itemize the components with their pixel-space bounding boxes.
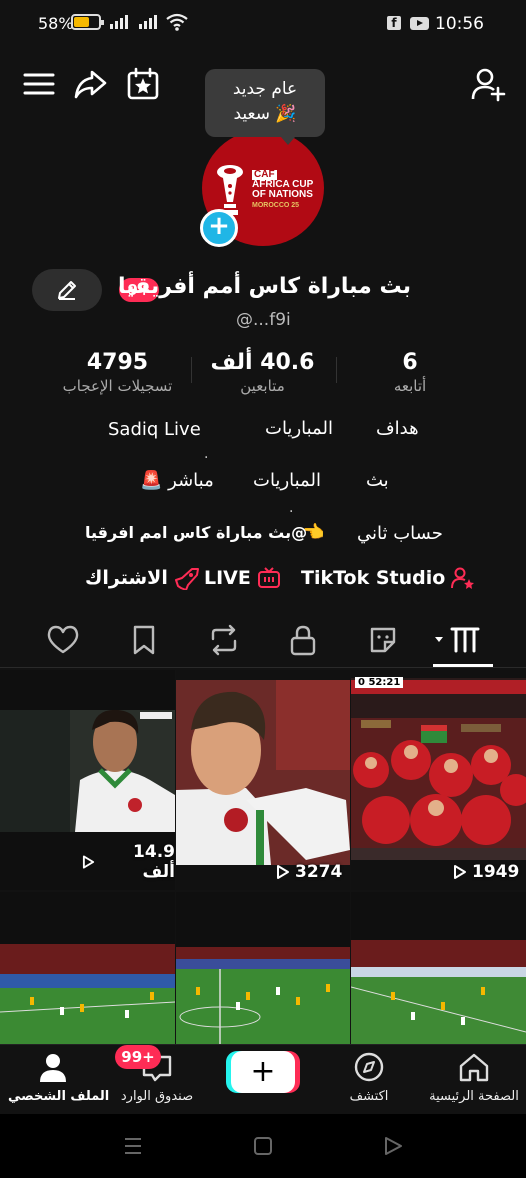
- play-icon: [82, 855, 95, 869]
- share-arrow-icon[interactable]: [72, 66, 108, 102]
- followers-count: 40.6 ألف: [210, 350, 315, 375]
- nav-profile-label: الملف الشخصي: [8, 1089, 110, 1104]
- compass-icon: [354, 1052, 384, 1082]
- rocket-icon: [174, 568, 199, 590]
- bio-text: بث: [366, 470, 389, 491]
- view-count: 14.9 ألف: [82, 842, 175, 882]
- new-year-tooltip: عام جديد سعيد 🎉: [205, 69, 325, 145]
- tiktok-studio-label: TikTok Studio: [301, 567, 446, 589]
- play-icon: [454, 865, 466, 879]
- system-navigation-bar: [0, 1114, 526, 1178]
- tiktok-studio-link[interactable]: TikTok Studio: [301, 566, 475, 590]
- nav-discover-label: اكتشف: [349, 1089, 389, 1104]
- bio-text: حساب ثاني: [357, 523, 443, 544]
- calendar-star-icon[interactable]: [125, 66, 161, 102]
- youtube-icon: [410, 17, 429, 30]
- pitch-scene: [176, 892, 350, 1044]
- bio-text: المباريات: [265, 418, 333, 439]
- repost-tab-icon[interactable]: [207, 623, 241, 657]
- battery-percent: 58%: [38, 14, 74, 33]
- sticker-tab-icon[interactable]: [366, 623, 400, 657]
- add-user-icon[interactable]: [470, 66, 506, 102]
- following-label: أتابعه: [393, 377, 427, 395]
- following-count: 6: [402, 350, 418, 375]
- video-thumbnail[interactable]: 14.9 ألف: [0, 670, 175, 890]
- bio-mention-link[interactable]: @بث مباراة كاس امم افرقيا: [85, 523, 307, 542]
- bio-text: هداف: [376, 418, 419, 439]
- nav-inbox-label: صندوق الوارد: [120, 1089, 194, 1104]
- stat-divider: [191, 357, 192, 383]
- bio-text: المباريات: [253, 470, 321, 491]
- stat-divider: [336, 357, 337, 383]
- player-closeup-scene: [176, 670, 350, 890]
- home-square-icon[interactable]: [253, 1136, 273, 1156]
- favorites-bookmark-tab-icon[interactable]: [127, 623, 161, 657]
- edit-profile-button[interactable]: [32, 269, 102, 311]
- tv-icon: [257, 567, 280, 588]
- bio-text: Sadiq Live: [108, 419, 201, 440]
- back-triangle-icon[interactable]: [383, 1136, 403, 1156]
- caf-logo: CAF AFRICA CUP OF NATIONS MOROCCO 25: [252, 169, 314, 209]
- nav-discover[interactable]: اكتشف: [342, 1051, 396, 1104]
- stat-following[interactable]: 6 أتابعه: [375, 350, 445, 395]
- likes-count: 4795: [86, 350, 149, 375]
- view-count: 1949: [453, 862, 519, 882]
- likes-label: تسجيلات الإعجاب: [62, 377, 173, 395]
- signal-icon-2: [139, 15, 157, 29]
- profile-person-icon: [40, 1054, 66, 1082]
- crowd-scene: [351, 670, 526, 890]
- video-thumbnail[interactable]: [351, 892, 526, 1044]
- view-count: 3274: [276, 862, 342, 882]
- tab-divider: [0, 667, 526, 668]
- profile-handle: @...f9i: [236, 310, 291, 330]
- scoreboard-overlay: 0 52:21: [355, 677, 404, 688]
- status-bar: 58% f 10:56: [0, 0, 526, 48]
- subscribe-label: الاشتراك: [85, 567, 168, 589]
- battery-icon: [71, 14, 104, 30]
- bio-dot: .: [289, 500, 294, 516]
- pitch-scene: [351, 892, 526, 1044]
- tooltip-line-1: عام جديد: [232, 79, 298, 99]
- pencil-icon: [58, 281, 76, 300]
- view-count-value: 3274: [295, 862, 343, 882]
- bio-dot: .: [204, 446, 209, 462]
- facebook-icon: f: [387, 16, 401, 30]
- video-thumbnail[interactable]: 3274: [176, 670, 350, 890]
- play-icon: [277, 865, 289, 879]
- add-avatar-button[interactable]: +: [200, 209, 238, 247]
- studio-person-star-icon: [451, 567, 475, 589]
- pitch-scene: [0, 892, 175, 1044]
- inbox-badge: 99+: [115, 1045, 161, 1069]
- view-count-value: 1949: [472, 862, 520, 882]
- home-icon: [459, 1053, 489, 1082]
- recent-apps-icon[interactable]: [122, 1136, 144, 1156]
- wifi-icon: [166, 13, 188, 31]
- profile-name: بث مباراة كاس أمم أفريقيا: [117, 274, 411, 299]
- live-link[interactable]: LIVE: [204, 566, 281, 590]
- stat-followers[interactable]: 40.6 ألف متابعين: [205, 350, 320, 395]
- video-thumbnail[interactable]: 0 52:21 1949: [351, 670, 526, 890]
- view-count-value: 14.9 ألف: [133, 842, 175, 882]
- create-button[interactable]: +: [231, 1051, 295, 1093]
- clock: 10:56: [435, 14, 484, 34]
- followers-label: متابعين: [240, 377, 285, 395]
- bottom-navigation: الصفحة الرئيسية اكتشف + صندوق الوارد 99+…: [0, 1044, 526, 1114]
- nav-home-label: الصفحة الرئيسية: [429, 1089, 519, 1104]
- liked-heart-tab-icon[interactable]: [46, 623, 80, 657]
- videos-grid-tab-icon[interactable]: [434, 623, 484, 657]
- tooltip-line-2: سعيد 🎉: [233, 104, 297, 124]
- video-thumbnail[interactable]: [176, 892, 350, 1044]
- subscribe-link[interactable]: الاشتراك: [85, 566, 200, 590]
- video-thumbnail[interactable]: [0, 892, 175, 1044]
- nav-profile[interactable]: الملف الشخصي: [8, 1051, 110, 1104]
- bio-text: مباشر 🚨: [140, 470, 214, 491]
- nav-home[interactable]: الصفحة الرئيسية: [428, 1051, 520, 1104]
- stat-likes[interactable]: 4795 تسجيلات الإعجاب: [55, 350, 180, 395]
- signal-icon: [110, 15, 128, 29]
- live-label: LIVE: [204, 567, 251, 589]
- hamburger-menu-icon[interactable]: [21, 66, 57, 102]
- lock-tab-icon[interactable]: [286, 623, 320, 657]
